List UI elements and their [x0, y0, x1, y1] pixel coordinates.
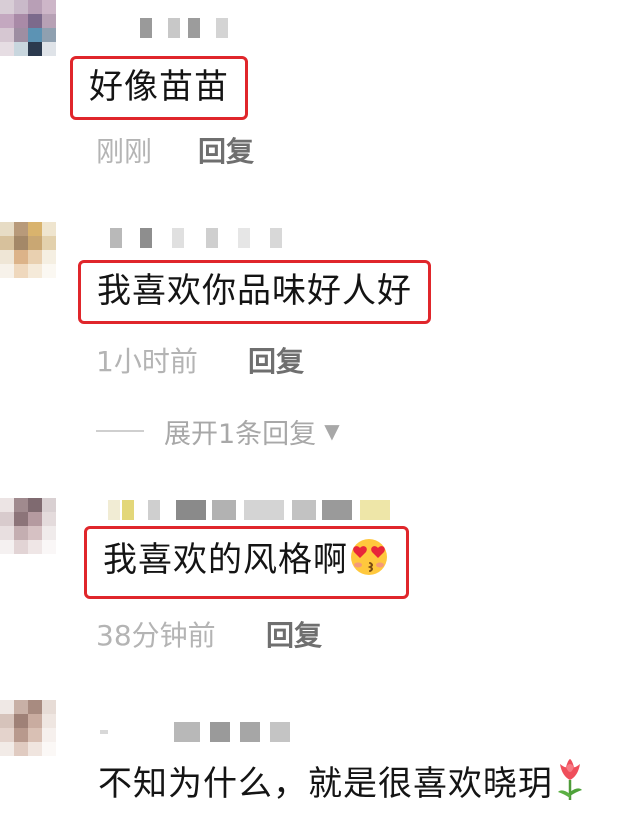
reply-button[interactable]: 回复	[266, 614, 322, 654]
avatar[interactable]	[0, 700, 78, 778]
comment-text: 我喜欢的风格啊	[84, 526, 409, 599]
heart-eyes-kiss-icon	[348, 535, 390, 588]
reply-button[interactable]: 回复	[248, 340, 304, 380]
divider-line	[96, 430, 144, 432]
username-blurred[interactable]	[110, 228, 310, 254]
comment-text: 不知为什么，就是很喜欢晓玥	[98, 758, 587, 813]
comment-time: 刚刚	[96, 135, 153, 168]
tulip-icon	[553, 758, 587, 813]
comment-text-content: 我喜欢你品味好人好	[97, 271, 412, 311]
avatar[interactable]	[0, 498, 78, 576]
comment-text-content: 我喜欢的风格啊	[103, 540, 348, 580]
triangle-down-icon: ▼	[324, 419, 340, 443]
avatar[interactable]	[0, 0, 78, 78]
comment-text: 我喜欢你品味好人好	[78, 260, 431, 324]
expand-replies-label: 展开1条回复	[164, 418, 317, 450]
username-blurred[interactable]	[140, 18, 260, 44]
avatar[interactable]	[0, 222, 78, 300]
reply-button[interactable]: 回复	[198, 130, 254, 170]
comment-text: 好像苗苗	[70, 56, 248, 120]
username-blurred[interactable]	[108, 500, 398, 526]
comment-text-content: 好像苗苗	[89, 67, 229, 107]
comment-text-content: 不知为什么，就是很喜欢晓玥	[98, 764, 553, 804]
expand-replies-button[interactable]: 展开1条回复 ▼	[96, 413, 340, 450]
comment-time: 1小时前	[96, 345, 198, 378]
username-blurred[interactable]	[100, 722, 300, 748]
comment-time: 38分钟前	[96, 619, 216, 652]
